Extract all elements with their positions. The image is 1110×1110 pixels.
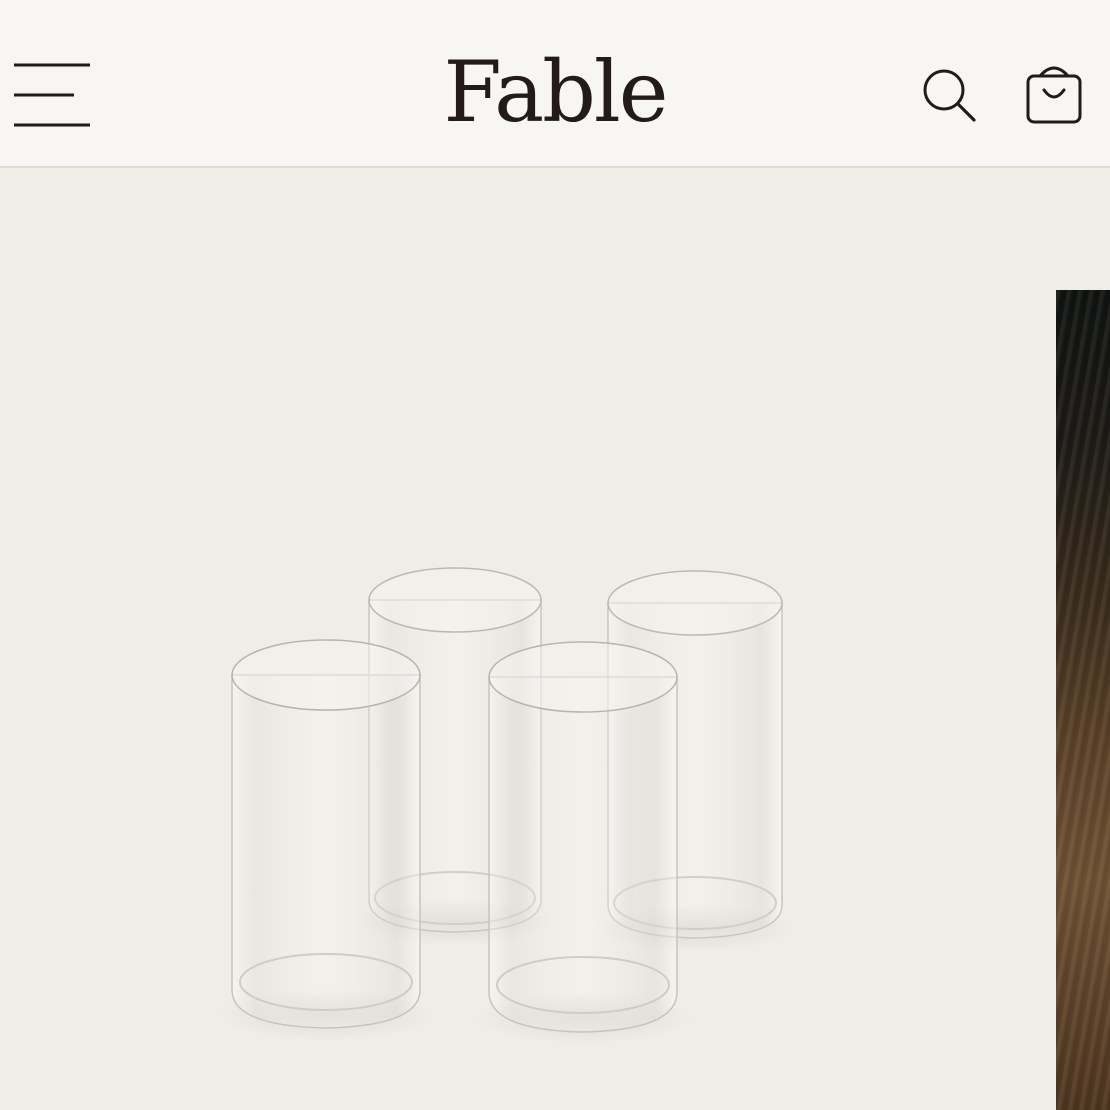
cart-button[interactable]	[1022, 60, 1086, 128]
search-icon	[923, 69, 976, 122]
shopping-bag-icon	[1026, 66, 1082, 124]
search-button[interactable]	[920, 66, 980, 126]
wood-texture	[1056, 290, 1110, 1110]
product-gallery	[0, 170, 1110, 1110]
glass-front-right	[473, 641, 693, 1044]
next-product-image-peek[interactable]	[1056, 290, 1110, 1110]
glass-front-left	[216, 639, 436, 1041]
product-image-glass-tumblers[interactable]	[0, 170, 1056, 1110]
site-header: Fable	[0, 0, 1110, 168]
